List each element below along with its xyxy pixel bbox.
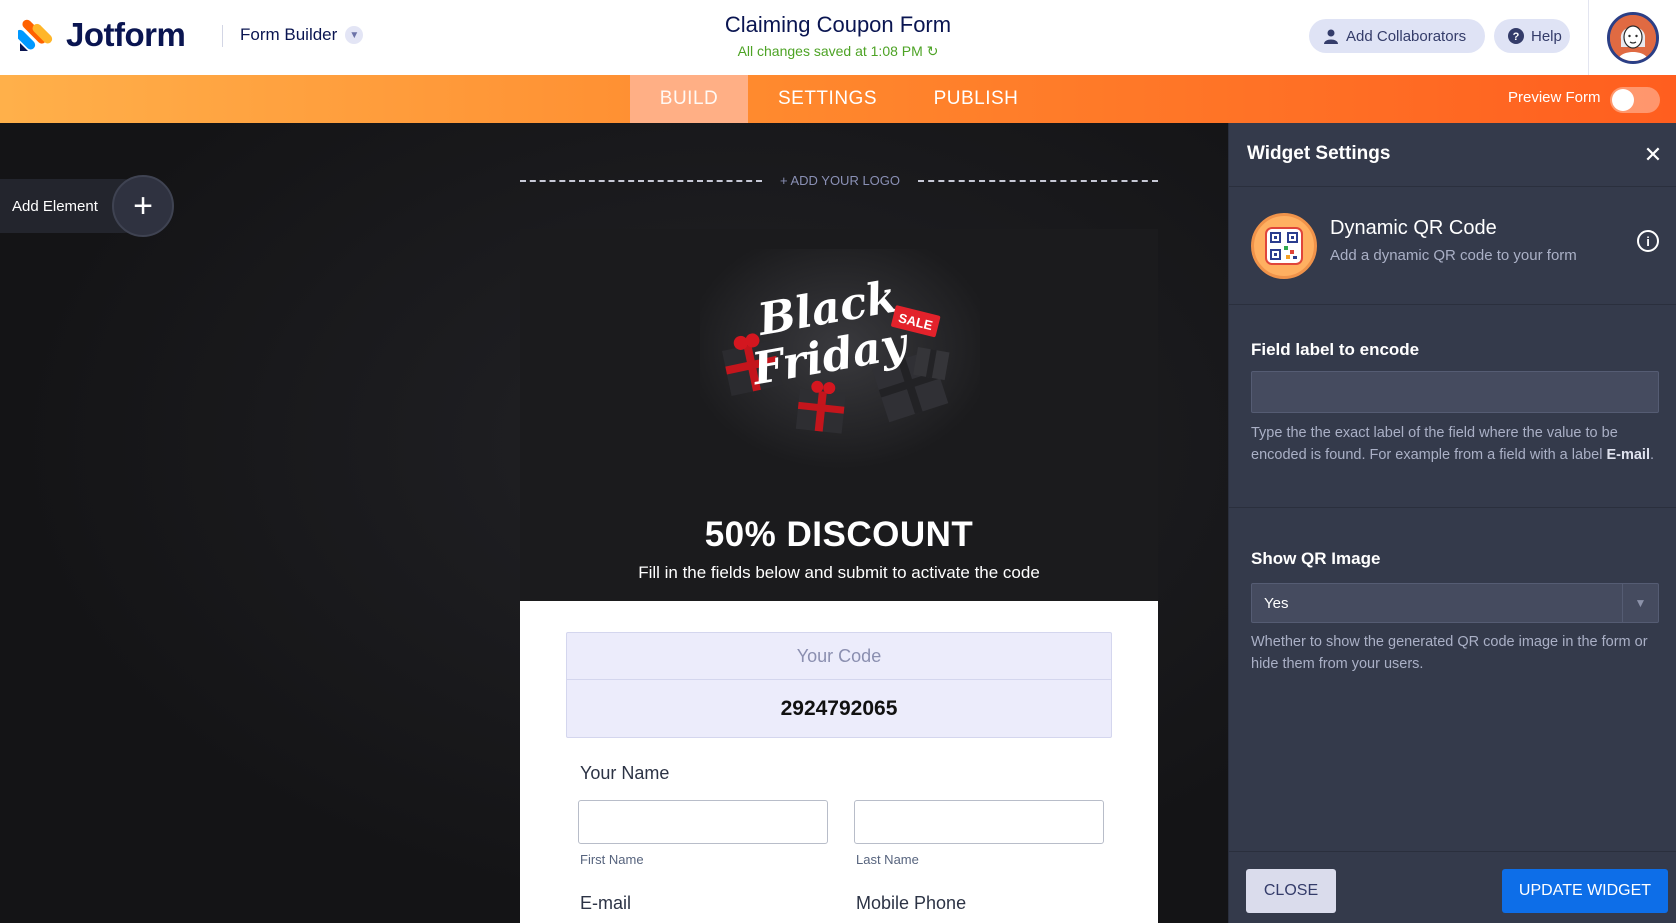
header-divider <box>222 25 223 47</box>
show-qr-value: Yes <box>1264 595 1289 612</box>
refresh-icon: ↻ <box>926 43 939 59</box>
widget-settings-panel: Widget Settings ✕ Dynamic QR Code Add a … <box>1228 123 1676 923</box>
discount-subtitle: Fill in the fields below and submit to a… <box>638 563 1040 582</box>
svg-text:?: ? <box>1513 31 1520 43</box>
mobile-phone-label: Mobile Phone <box>856 893 967 913</box>
form-card: Black Friday SALE 50% DISCOUNT Fill in t… <box>520 229 1158 923</box>
panel-footer: CLOSE UPDATE WIDGET <box>1229 851 1676 923</box>
field-label-input[interactable] <box>1251 371 1659 413</box>
caret-down-icon: ▼ <box>1622 584 1658 622</box>
tab-build[interactable]: BUILD <box>630 75 748 123</box>
first-name-input[interactable] <box>578 800 828 844</box>
field-label-help-example: E-mail <box>1606 447 1650 463</box>
show-qr-help: Whether to show the generated QR code im… <box>1251 634 1648 672</box>
qr-code-icon <box>1251 213 1317 279</box>
field-label-help: Type the the exact label of the field wh… <box>1251 422 1655 466</box>
show-qr-select[interactable]: Yes ▼ <box>1251 583 1659 623</box>
panel-title: Widget Settings <box>1247 143 1391 164</box>
account-area <box>1588 0 1676 75</box>
form-builder-menu[interactable]: Form Builder ▼ <box>240 25 364 45</box>
discount-title: 50% DISCOUNT <box>704 515 974 554</box>
show-qr-title: Show QR Image <box>1251 549 1381 568</box>
top-header: Jotform Form Builder ▼ Claiming Coupon F… <box>0 0 1676 75</box>
form-builder-label: Form Builder <box>240 25 338 44</box>
jotform-logo[interactable]: Jotform <box>15 16 186 54</box>
add-logo-area: + ADD YOUR LOGO <box>520 173 1158 189</box>
widget-description: Add a dynamic QR code to your form <box>1330 247 1577 264</box>
toggle-knob <box>1612 89 1634 111</box>
last-name-sublabel: Last Name <box>856 852 919 867</box>
widget-info: Dynamic QR Code Add a dynamic QR code to… <box>1229 187 1676 305</box>
tab-publish[interactable]: PUBLISH <box>915 75 1037 123</box>
add-collaborators-button[interactable]: Add Collaborators <box>1309 19 1485 53</box>
builder-nav: BUILD SETTINGS PUBLISH Preview Form <box>0 75 1676 123</box>
form-body: Your Code 2924792065 Your Name First Nam… <box>520 601 1158 923</box>
first-name-sublabel: First Name <box>580 852 644 867</box>
help-label: Help <box>1531 27 1562 45</box>
brand-name: Jotform <box>66 16 186 53</box>
plus-icon[interactable]: + <box>112 175 174 237</box>
dashed-line-right <box>918 180 1158 182</box>
field-label-help-text: Type the the exact label of the field wh… <box>1251 425 1618 463</box>
add-your-logo-link[interactable]: + ADD YOUR LOGO <box>762 173 918 188</box>
tab-settings[interactable]: SETTINGS <box>760 75 895 123</box>
widget-name: Dynamic QR Code <box>1330 217 1497 239</box>
close-button[interactable]: CLOSE <box>1246 869 1336 913</box>
field-label-section: Field label to encode Type the the exact… <box>1229 305 1676 508</box>
close-icon[interactable]: ✕ <box>1641 143 1665 167</box>
your-name-label: Your Name <box>580 763 670 783</box>
add-collaborators-label: Add Collaborators <box>1346 27 1467 45</box>
last-name-input[interactable] <box>854 800 1104 844</box>
avatar[interactable] <box>1606 11 1659 64</box>
preview-form-toggle[interactable] <box>1610 87 1660 113</box>
field-label-help-end: . <box>1649 447 1654 463</box>
form-hero: Black Friday SALE 50% DISCOUNT Fill in t… <box>520 229 1158 601</box>
person-icon <box>1323 28 1339 44</box>
code-label: Your Code <box>567 633 1111 680</box>
save-status-text: All changes saved at 1:08 PM <box>737 43 923 59</box>
preview-form-label: Preview Form <box>1508 89 1601 106</box>
email-label: E-mail <box>580 893 632 913</box>
show-qr-section: Show QR Image Yes ▼ Whether to show the … <box>1229 508 1676 843</box>
panel-header: Widget Settings ✕ <box>1229 123 1676 187</box>
dynamic-qr-widget[interactable]: Your Code 2924792065 <box>566 632 1112 738</box>
form-canvas: Add Element + + ADD YOUR LOGO Black Frid… <box>0 123 1228 923</box>
chevron-down-icon: ▼ <box>345 26 364 44</box>
help-circle-icon: ? <box>1508 28 1524 44</box>
code-value: 2924792065 <box>780 697 898 720</box>
info-icon[interactable]: i <box>1637 230 1659 252</box>
dashed-line-left <box>520 180 762 182</box>
update-widget-button[interactable]: UPDATE WIDGET <box>1502 869 1668 913</box>
help-button[interactable]: ? Help <box>1494 19 1570 53</box>
black-friday-image: Black Friday SALE <box>700 249 980 469</box>
add-element-control: Add Element + <box>0 175 176 237</box>
jotform-logo-icon <box>15 17 54 53</box>
field-label-title: Field label to encode <box>1251 340 1420 359</box>
